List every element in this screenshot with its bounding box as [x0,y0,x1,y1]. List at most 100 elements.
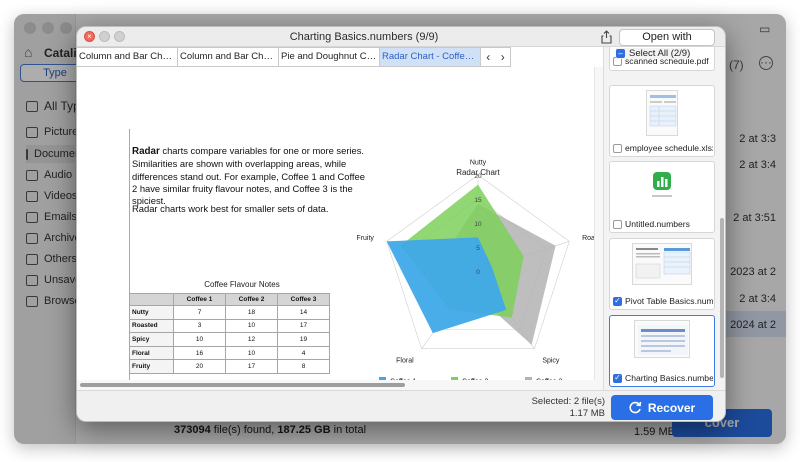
checkbox[interactable] [613,143,622,153]
document-thumbnail-icon [649,95,677,127]
share-icon[interactable] [600,30,613,44]
table-row: Spicy 10 12 19 [129,332,330,347]
row-header: Fruity [129,359,174,374]
sheet-tabs: Column and Bar Charts - Sales Column and… [77,47,511,67]
table-row: Fruity 20 17 8 [129,359,330,374]
table-cell: 18 [225,305,278,320]
select-all-label: Select All (2/9) [629,48,691,59]
thumbnail-scrollbar[interactable] [718,83,725,389]
spreadsheet-thumbnail-icon [635,248,691,279]
table-cell: 8 [277,359,330,374]
table-header-row: Coffee 1 Coffee 2 Coffee 3 [129,293,330,306]
radar-axis-label: Nutty [470,160,487,167]
table-cell: 4 [277,345,330,361]
coffee-flavour-table: Coffee 1 Coffee 2 Coffee 3 Nutty 7 18 14… [129,293,330,374]
thumbnail-name: Pivot Table Basics.numbers [625,296,713,306]
thumbnail-label: Untitled.numbers [613,219,713,229]
thumbnail-name: Untitled.numbers [625,219,690,229]
description-paragraph: Radar charts compare variables for one o… [132,145,367,207]
tab-navigation: ‹ › [481,47,511,67]
thumbnail-charting-basics[interactable]: ✓ Charting Basics.numbers [609,315,715,387]
row-header: Roasted [129,318,174,334]
checkbox[interactable] [613,219,622,229]
radar-tick-label: 0 [476,269,480,276]
column-header: Coffee 3 [277,293,330,306]
bold-lead-word: Radar [132,146,160,157]
horizontal-scrollbar[interactable] [77,380,603,390]
partial-checkbox-icon[interactable]: – [616,49,625,58]
table-row: Floral 16 10 4 [129,345,330,361]
table-cell: 17 [277,318,330,334]
table-row: Roasted 3 10 17 [129,318,330,334]
tab-radar-chart[interactable]: Radar Chart - Coffee Flavours [380,47,481,67]
select-all-checkbox[interactable]: – Select All (2/9) [616,48,691,59]
checkbox-checked[interactable]: ✓ [613,373,622,383]
table-cell: 7 [173,305,226,320]
description-text: charts compare variables for one or more… [132,145,365,207]
radar-axis-label: Spicy [542,358,560,365]
table-title: Coffee Flavour Notes [204,280,280,289]
tab-column-bar-revenue[interactable]: Column and Bar Charts - Revenue [178,47,279,67]
radar-series-group [386,184,556,345]
preview-footer: Selected: 2 file(s) 1.17 MB Recover [77,390,725,421]
radar-axis-label: Fruity [357,235,374,242]
table-cell: 19 [277,332,330,347]
pivot-table-preview-image [632,243,692,285]
column-header: Coffee 1 [173,293,226,306]
table-row: Nutty 7 18 14 [129,305,330,320]
table-cell: 10 [225,318,278,334]
row-header: Nutty [129,305,174,320]
thumbnail-untitled-numbers[interactable]: Untitled.numbers [609,161,715,233]
tab-column-bar-sales[interactable]: Column and Bar Charts - Sales [77,47,178,67]
recover-button-label: Recover [647,400,696,415]
thumbnail-scroll-thumb[interactable] [720,218,724,378]
document-preview: Column and Bar Charts - Sales Column and… [77,47,603,399]
numbers-file-image [649,170,675,206]
thumbnail-name: employee schedule.xlsx [625,143,713,153]
open-with-numbers-button[interactable]: Open with Numbers [619,29,715,58]
vertical-scrollbar[interactable] [594,67,603,380]
table-cell: 20 [173,359,226,374]
chart-title: Radar Chart [456,168,500,177]
table-cell: 16 [173,345,226,361]
row-header: Floral [129,345,174,361]
radar-chart: 05101520 NuttyRoastedSpicyFloralFruity R… [357,160,599,386]
table-corner-cell [129,293,174,306]
sheet-page: Radar charts compare variables for one o… [129,129,599,387]
table-cell: 14 [277,305,330,320]
chevron-left-icon[interactable]: ‹ [486,50,490,64]
tab-pie-doughnut[interactable]: Pie and Doughnut Charts [279,47,380,67]
thumbnail-label: employee schedule.xlsx [613,143,713,153]
second-paragraph: Radar charts work best for smaller sets … [132,203,329,214]
recover-button[interactable]: Recover [611,395,713,420]
table-cell: 10 [173,332,226,347]
file-thumbnail-list: scanned schedule.pdf – Select All (2/9) [603,47,725,390]
checkbox-checked[interactable]: ✓ [613,296,622,306]
table-cell: 17 [225,359,278,374]
recover-icon [629,401,642,414]
thumbnail-label: ✓ Pivot Table Basics.numbers [613,296,713,306]
selected-size: 1.17 MB [569,408,605,419]
table-cell: 3 [173,318,226,334]
radar-tick-label: 15 [474,197,482,204]
table-cell: 12 [225,332,278,347]
thumbnail-pivot-table-basics[interactable]: ✓ Pivot Table Basics.numbers [609,238,715,310]
row-header: Spicy [129,332,174,347]
radar-axis-label: Floral [396,358,414,365]
radar-tick-label: 5 [476,245,480,252]
numbers-app-icon [652,172,672,197]
column-header: Coffee 2 [225,293,278,306]
spreadsheet-preview-image [646,90,678,136]
window-title: Charting Basics.numbers (9/9) [289,31,439,43]
thumbnail-label: ✓ Charting Basics.numbers [613,373,713,383]
horizontal-scroll-thumb[interactable] [80,383,405,387]
thumbnail-employee-schedule[interactable]: employee schedule.xlsx [609,85,715,157]
selection-info: Selected: 2 file(s) 1.17 MB [507,396,605,420]
radar-tick-label: 10 [474,221,482,228]
preview-window: × Charting Basics.numbers (9/9) Open wit… [76,26,726,422]
title-bar: × Charting Basics.numbers (9/9) Open wit… [77,27,725,58]
selected-count: Selected: 2 file(s) [531,396,605,407]
chevron-right-icon[interactable]: › [501,50,505,64]
table-cell: 10 [225,345,278,361]
chart-thumbnail-icon [638,325,688,355]
